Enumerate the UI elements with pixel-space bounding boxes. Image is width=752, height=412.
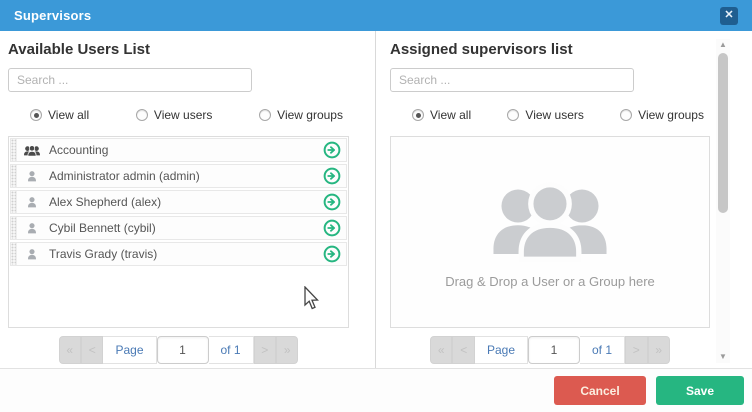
page-number-input[interactable] <box>528 336 580 364</box>
user-icon <box>23 221 41 235</box>
assigned-supervisors-filters: View all View users View groups <box>390 108 710 122</box>
dialog-footer: Cancel Save <box>0 369 752 412</box>
last-page-button[interactable]: » <box>648 336 670 364</box>
first-page-button[interactable]: « <box>430 336 452 364</box>
filter-view-users[interactable]: View users <box>507 108 583 122</box>
dropzone-hint-text: Drag & Drop a User or a Group here <box>445 274 655 289</box>
filter-view-all[interactable]: View all <box>30 108 89 122</box>
drag-handle[interactable] <box>11 139 17 161</box>
radio-view-users[interactable] <box>136 109 148 121</box>
available-users-search-input[interactable] <box>8 68 252 92</box>
radio-view-all[interactable] <box>412 109 424 121</box>
dialog-header: Supervisors ✕ <box>0 0 752 31</box>
list-item[interactable]: Travis Grady (travis) <box>10 242 347 266</box>
cancel-button[interactable]: Cancel <box>554 376 646 405</box>
supervisors-dialog: Supervisors ✕ Available Users List View … <box>0 0 752 412</box>
available-users-list: Accounting Administrator admin (admin) A… <box>8 136 349 328</box>
available-users-panel: Available Users List View all View users… <box>0 31 376 368</box>
filter-view-groups[interactable]: View groups <box>620 108 704 122</box>
filter-view-users[interactable]: View users <box>136 108 212 122</box>
assigned-supervisors-search-input[interactable] <box>390 68 634 92</box>
close-icon[interactable]: ✕ <box>720 7 738 25</box>
list-item[interactable]: Alex Shepherd (alex) <box>10 190 347 214</box>
next-page-button[interactable]: > <box>254 336 276 364</box>
page-label: Page <box>475 336 528 364</box>
group-silhouette-icon <box>486 176 614 268</box>
page-count-label: of 1 <box>580 336 625 364</box>
assign-arrow-icon[interactable] <box>323 167 341 185</box>
list-item[interactable]: Administrator admin (admin) <box>10 164 347 188</box>
list-item[interactable]: Accounting <box>10 138 347 162</box>
list-item[interactable]: Cybil Bennett (cybil) <box>10 216 347 240</box>
assigned-supervisors-pagination: « < Page of 1 > » <box>430 336 670 364</box>
page-count-label: of 1 <box>209 336 254 364</box>
user-icon <box>23 169 41 183</box>
prev-page-button[interactable]: < <box>81 336 103 364</box>
assign-arrow-icon[interactable] <box>323 245 341 263</box>
scrollbar-thumb[interactable] <box>718 53 728 213</box>
filter-view-groups[interactable]: View groups <box>259 108 343 122</box>
first-page-button[interactable]: « <box>59 336 81 364</box>
radio-view-all[interactable] <box>30 109 42 121</box>
assign-arrow-icon[interactable] <box>323 141 341 159</box>
dialog-body: Available Users List View all View users… <box>0 31 752 369</box>
available-users-pagination: « < Page of 1 > » <box>59 336 299 364</box>
scroll-up-icon[interactable]: ▲ <box>716 39 730 51</box>
user-icon <box>23 247 41 261</box>
assigned-supervisors-title: Assigned supervisors list <box>390 41 710 58</box>
drag-handle[interactable] <box>11 165 17 187</box>
prev-page-button[interactable]: < <box>452 336 474 364</box>
user-icon <box>23 195 41 209</box>
page-label: Page <box>103 336 156 364</box>
assign-arrow-icon[interactable] <box>323 219 341 237</box>
drag-handle[interactable] <box>11 217 17 239</box>
dialog-scrollbar[interactable]: ▲ ▼ <box>716 39 730 363</box>
last-page-button[interactable]: » <box>276 336 298 364</box>
drag-handle[interactable] <box>11 191 17 213</box>
available-users-filters: View all View users View groups <box>8 108 349 122</box>
assign-arrow-icon[interactable] <box>323 193 341 211</box>
supervisors-dropzone[interactable]: Drag & Drop a User or a Group here <box>390 136 710 328</box>
dialog-title: Supervisors <box>14 8 91 23</box>
assigned-supervisors-panel: Assigned supervisors list View all View … <box>376 31 752 368</box>
radio-view-users[interactable] <box>507 109 519 121</box>
radio-view-groups[interactable] <box>620 109 632 121</box>
scroll-down-icon[interactable]: ▼ <box>716 351 730 363</box>
save-button[interactable]: Save <box>656 376 744 405</box>
next-page-button[interactable]: > <box>625 336 647 364</box>
available-users-title: Available Users List <box>8 41 349 58</box>
radio-view-groups[interactable] <box>259 109 271 121</box>
group-icon <box>23 143 41 157</box>
filter-view-all[interactable]: View all <box>412 108 471 122</box>
drag-handle[interactable] <box>11 243 17 265</box>
page-number-input[interactable] <box>157 336 209 364</box>
